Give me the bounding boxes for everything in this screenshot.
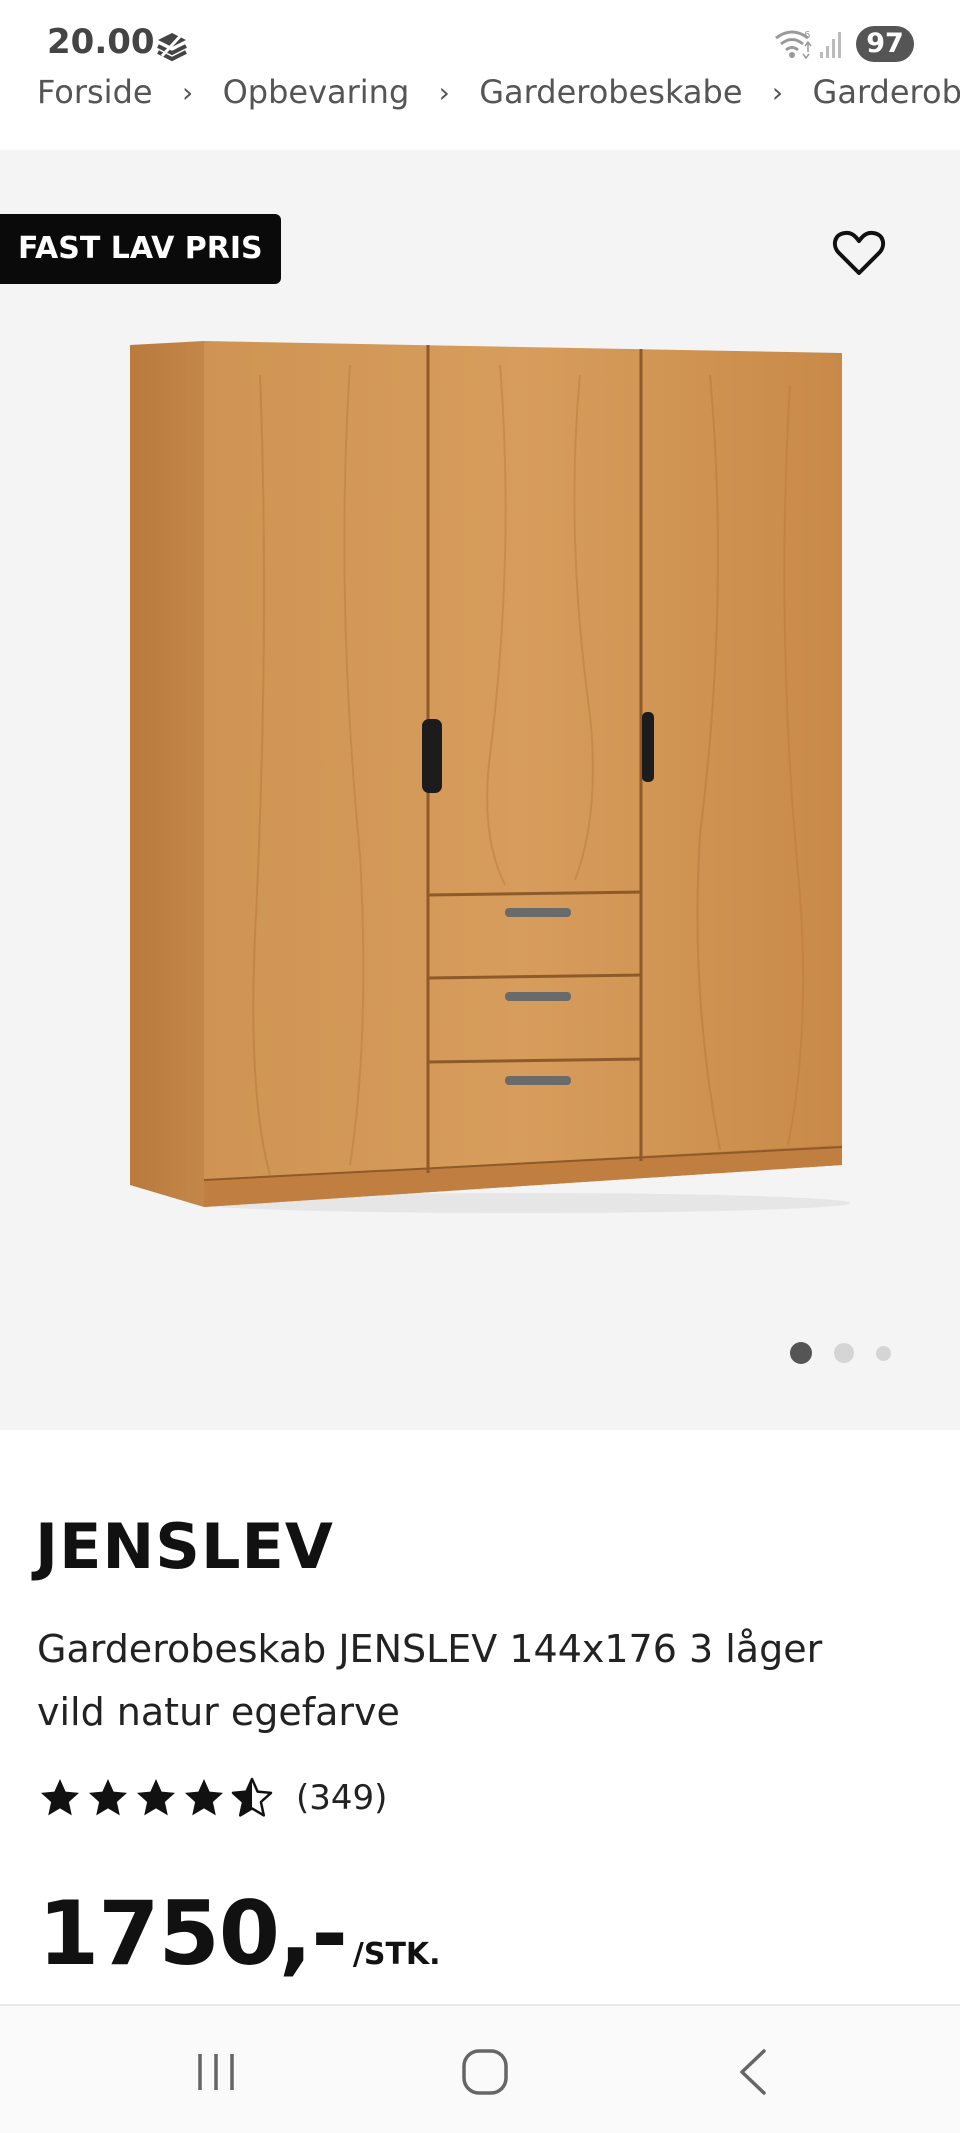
wifi-icon: 6 [775,30,812,60]
star-half-icon [231,1777,273,1817]
recent-apps-icon[interactable] [186,2046,246,2098]
back-icon[interactable] [726,2046,786,2098]
heart-outline-icon[interactable] [832,228,886,278]
star-filled-icon [89,1779,127,1816]
chevron-right-icon: › [438,75,450,109]
product-brand: JENSLEV [35,1510,334,1583]
home-icon[interactable] [456,2046,516,2098]
star-filled-icon [137,1779,175,1816]
star-filled-icon [185,1779,223,1816]
carousel-indicator [790,1342,891,1364]
product-description: Garderobeskab JENSLEV 144x176 3 låger vi… [37,1618,897,1744]
status-time: 20.00 [47,22,155,62]
price-value: 1750,- [38,1882,348,1985]
breadcrumb-item-opbevaring[interactable]: Opbevaring [223,73,410,111]
product-image [130,341,850,1213]
carousel-dot-3[interactable] [876,1345,891,1361]
product-description-line-1: Garderobeskab JENSLEV 144x176 3 låger [37,1627,823,1671]
carousel-dot-2[interactable] [834,1343,854,1363]
signal-icon [820,32,841,58]
breadcrumb: Forside › Opbevaring › Garderobeskabe › … [37,68,960,116]
chevron-right-icon: › [771,75,784,109]
stack-notification-icon [157,30,187,62]
product-price: 1750,- /STK. [38,1882,441,1985]
carousel-dot-1[interactable] [790,1342,812,1364]
battery-indicator: 97 [856,26,914,62]
svg-text:6: 6 [804,30,810,41]
review-count: (349) [296,1778,388,1818]
breadcrumb-item-forside[interactable]: Forside [37,73,153,111]
system-navigation-bar [0,2004,960,2133]
chevron-right-icon: › [181,75,194,109]
rating-stars [38,1776,274,1820]
price-unit: /STK. [352,1937,441,1972]
star-filled-icon [41,1779,79,1816]
product-description-line-2: vild natur egefarve [37,1690,400,1734]
price-badge: FAST LAV PRIS [0,214,281,284]
breadcrumb-item-garderobe[interactable]: Garderobe [813,73,960,111]
product-rating[interactable]: (349) [38,1776,387,1820]
product-image-carousel[interactable]: FAST LAV PRIS [0,150,960,1430]
breadcrumb-item-garderobeskabe[interactable]: Garderobeskabe [479,73,742,111]
